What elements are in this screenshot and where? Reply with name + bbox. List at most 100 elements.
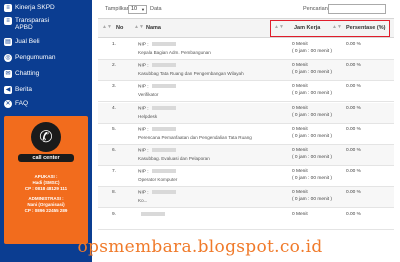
redacted-name bbox=[151, 148, 176, 152]
redacted-name bbox=[151, 105, 176, 110]
call-center-banner: ✆ call center APUKASI : Hadi (SMSC) CP :… bbox=[4, 116, 88, 244]
redacted-name bbox=[151, 63, 176, 68]
row-nip: NIP : bbox=[138, 126, 176, 133]
row-jam-detail: ( 0 jam : 00 menit ) bbox=[292, 112, 332, 118]
row-nip: NIP : bbox=[138, 169, 176, 174]
row-number: 7. bbox=[112, 169, 117, 175]
row-nip-label: NIP : bbox=[138, 169, 149, 175]
row-nip-label: NIP : bbox=[138, 105, 149, 111]
redacted-name bbox=[151, 42, 176, 46]
row-nip-label: NIP : bbox=[138, 127, 149, 133]
sidebar-item-faq[interactable]: ✕ FAQ bbox=[0, 100, 92, 108]
row-nip-label: NIP : bbox=[138, 148, 149, 154]
chevron-down-icon: ▼ bbox=[141, 7, 145, 12]
row-jabatan: Kasubbag. Evaluasi dan Pelaporan bbox=[138, 156, 210, 161]
sidebar-item-pengumuman[interactable]: ◎ Pengumuman bbox=[0, 54, 92, 62]
row-number: 3. bbox=[112, 84, 117, 90]
table-row: 4. NIP : Helpdesk 0 Menit( 0 jam : 00 menit… bbox=[98, 102, 394, 124]
sidebar-item-jual-beli[interactable]: ▤ Jual Beli bbox=[0, 38, 92, 46]
row-persentase: 0.00 % bbox=[346, 126, 361, 132]
row-persentase: 0.00 % bbox=[346, 42, 361, 47]
globe-icon: ◎ bbox=[4, 54, 12, 62]
show-label: Tampilkan bbox=[105, 6, 130, 12]
row-jam-kerja: 0 Menit bbox=[292, 84, 308, 90]
row-jam-kerja: 0 Menit bbox=[292, 63, 308, 69]
row-persentase: 0.00 % bbox=[346, 211, 361, 217]
row-jabatan: Kepala Bagian Adm. Pembangunan bbox=[138, 50, 211, 55]
row-jabatan: Operator Komputer bbox=[138, 177, 178, 183]
watermark-text: opsmembara.blogspot.co.id bbox=[77, 237, 323, 257]
row-nip: NIP : bbox=[138, 105, 176, 111]
row-number: 2. bbox=[112, 63, 117, 69]
sidebar-item-label: Transparasi APBD bbox=[15, 17, 50, 31]
apukasi-name: Hadi (SMSC) bbox=[32, 180, 60, 185]
row-number: 4. bbox=[112, 105, 117, 111]
row-jam-kerja: 0 Menit bbox=[292, 190, 308, 196]
redacted-name bbox=[151, 169, 176, 174]
row-nip: NIP : bbox=[138, 63, 176, 68]
admin-heading: ADMINISTRASI : bbox=[28, 196, 64, 201]
highlight-box bbox=[270, 20, 390, 37]
sidebar-item-transparasi-apbd[interactable]: ≡ Transparasi APBD bbox=[0, 17, 92, 31]
row-number: 6. bbox=[112, 148, 117, 153]
admin-phone: CP : 0896 22455 289 bbox=[24, 208, 68, 213]
row-persentase: 0.00 % bbox=[346, 84, 361, 90]
sidebar-item-label: Chatting bbox=[15, 70, 40, 77]
column-header-no[interactable]: No bbox=[116, 25, 123, 31]
row-jam-detail: ( 0 jam : 00 menit ) bbox=[292, 155, 332, 160]
admin-name: Nani (Organisasi) bbox=[27, 202, 65, 207]
row-jabatan: Kasubbag Tata Ruang dan Pengembangan Wil… bbox=[138, 71, 244, 77]
sidebar-item-chatting[interactable]: ✉ Chatting bbox=[0, 70, 92, 78]
row-jam-kerja: 0 Menit bbox=[292, 169, 308, 175]
row-number: 1. bbox=[112, 42, 117, 47]
column-header-nama[interactable]: Nama bbox=[146, 25, 161, 31]
sort-icon[interactable]: ▲▼ bbox=[134, 24, 144, 30]
call-center-label: call center bbox=[18, 154, 74, 162]
sidebar-item-label: Pengumuman bbox=[15, 54, 56, 61]
row-jabatan: Verifikator bbox=[138, 92, 159, 98]
row-nip-label: NIP : bbox=[138, 63, 149, 69]
table-row: 2. NIP : Kasubbag Tata Ruang dan Pengemban… bbox=[98, 60, 394, 82]
main-content: Tampilkan 10 ▼ Data Pencarian: ▲▼ No ▲▼ … bbox=[92, 0, 400, 262]
row-jabatan: Perencana Pemanfaatan dan Pengendalian T… bbox=[138, 134, 252, 140]
phone-icon: ✆ bbox=[31, 122, 61, 152]
apukasi-heading: APUKASI : bbox=[34, 174, 58, 179]
row-nip-label: NIP : bbox=[138, 42, 149, 48]
table-toolbar: Tampilkan 10 ▼ Data Pencarian: bbox=[92, 0, 400, 18]
sidebar-item-berita[interactable]: ◀ Berita bbox=[0, 86, 92, 94]
row-jam-kerja: 0 Menit bbox=[292, 126, 308, 132]
table-row: 7. NIP : Operator Komputer 0 Menit( 0 jam :… bbox=[98, 166, 394, 188]
row-jam-detail: ( 0 jam : 00 menit ) bbox=[292, 49, 332, 54]
row-jam-detail: ( 0 jam : 00 menit ) bbox=[292, 197, 332, 203]
search-input[interactable] bbox=[328, 4, 386, 14]
redacted-name bbox=[151, 190, 176, 195]
sidebar-item-label: Jual Beli bbox=[15, 38, 40, 45]
row-jam-kerja: 0 Menit bbox=[292, 105, 308, 111]
table-row: 5. NIP : Perencana Pemanfaatan dan Pengend… bbox=[98, 123, 394, 145]
row-jam-kerja: 0 Menit bbox=[292, 148, 308, 153]
redacted-name bbox=[151, 84, 176, 89]
table-row: 3. NIP : Verifikator 0 Menit( 0 jam : 00 me… bbox=[98, 81, 394, 103]
list-icon: ≡ bbox=[4, 4, 12, 12]
row-nip: NIP : bbox=[138, 42, 176, 47]
megaphone-icon: ◀ bbox=[4, 86, 12, 94]
sort-icon[interactable]: ▲▼ bbox=[102, 24, 112, 30]
sidebar-item-label: Kinerja SKPD bbox=[15, 4, 55, 11]
sidebar-item-kinerja-skpd[interactable]: ≡ Kinerja SKPD bbox=[0, 4, 92, 12]
table-row: 8. NIP : Ko... 0 Menit( 0 jam : 00 menit ) 0… bbox=[98, 187, 394, 209]
row-persentase: 0.00 % bbox=[346, 63, 361, 69]
page-size-select[interactable]: 10 ▼ bbox=[128, 5, 147, 14]
row-jam-detail: ( 0 jam : 00 menit ) bbox=[292, 91, 332, 97]
list-icon: ≡ bbox=[4, 17, 12, 25]
row-nip: NIP : bbox=[138, 84, 176, 90]
row-persentase: 0.00 % bbox=[346, 148, 361, 153]
data-label: Data bbox=[150, 6, 162, 12]
row-number: 9. bbox=[112, 211, 117, 217]
table-row: 9. 0 Menit 0.00 % bbox=[98, 208, 394, 230]
row-number: 8. bbox=[112, 190, 117, 196]
row-jam-kerja: 0 Menit bbox=[292, 211, 308, 217]
apukasi-phone: CP : 0818 48129 111 bbox=[24, 186, 68, 191]
sidebar-item-label: Berita bbox=[15, 86, 32, 93]
row-number: 5. bbox=[112, 126, 117, 132]
redacted-name bbox=[141, 211, 165, 216]
